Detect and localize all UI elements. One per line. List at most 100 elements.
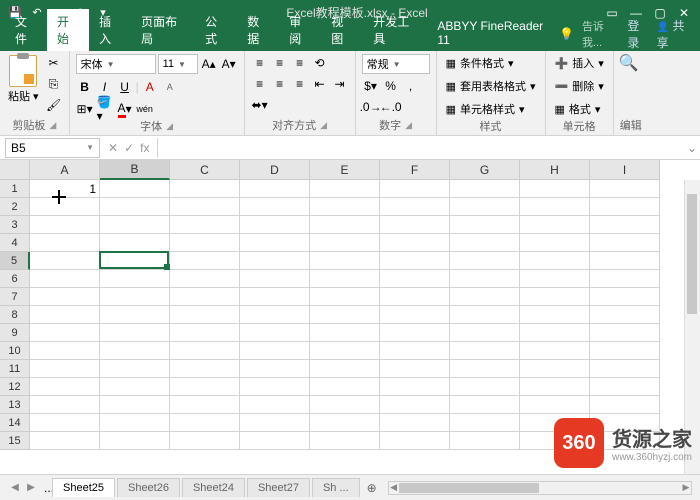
cell[interactable] bbox=[100, 252, 170, 270]
cell[interactable] bbox=[30, 432, 100, 450]
percent-icon[interactable]: % bbox=[382, 77, 400, 95]
cell[interactable] bbox=[520, 270, 590, 288]
cell[interactable] bbox=[450, 360, 520, 378]
cell[interactable] bbox=[520, 234, 590, 252]
row-header[interactable]: 12 bbox=[0, 378, 30, 396]
align-left-icon[interactable]: ≡ bbox=[251, 75, 269, 93]
cell[interactable] bbox=[310, 288, 380, 306]
cell[interactable] bbox=[310, 216, 380, 234]
row-header[interactable]: 5 bbox=[0, 252, 30, 270]
col-header[interactable]: H bbox=[520, 160, 590, 180]
cell[interactable] bbox=[450, 306, 520, 324]
cell[interactable] bbox=[240, 198, 310, 216]
cell[interactable] bbox=[450, 432, 520, 450]
cell[interactable] bbox=[310, 396, 380, 414]
sheet-tab[interactable]: Sheet24 bbox=[182, 478, 245, 497]
cell-styles-button[interactable]: ▦单元格样式 ▾ bbox=[443, 100, 539, 118]
cell[interactable] bbox=[450, 414, 520, 432]
expand-formula-bar-icon[interactable]: ⌄ bbox=[684, 141, 700, 155]
row-header[interactable]: 3 bbox=[0, 216, 30, 234]
cell[interactable] bbox=[520, 252, 590, 270]
decrease-decimal-icon[interactable]: ←.0 bbox=[382, 98, 400, 116]
italic-button[interactable]: I bbox=[96, 78, 114, 96]
col-header[interactable]: C bbox=[170, 160, 240, 180]
bold-button[interactable]: B bbox=[76, 78, 94, 96]
row-header[interactable]: 14 bbox=[0, 414, 30, 432]
share-button[interactable]: 👤 共享 bbox=[657, 17, 692, 51]
cell[interactable] bbox=[240, 180, 310, 198]
fx-icon[interactable]: fx bbox=[140, 141, 149, 155]
col-header[interactable]: F bbox=[380, 160, 450, 180]
cell[interactable] bbox=[590, 342, 660, 360]
fill-color-icon[interactable]: 🪣▾ bbox=[96, 100, 114, 118]
cell[interactable] bbox=[590, 360, 660, 378]
cell[interactable] bbox=[170, 378, 240, 396]
tab-home[interactable]: 开始 bbox=[47, 9, 89, 51]
indent-decrease-icon[interactable]: ⇤ bbox=[311, 75, 329, 93]
cell[interactable] bbox=[30, 396, 100, 414]
select-all-button[interactable] bbox=[0, 160, 30, 180]
cell[interactable] bbox=[520, 180, 590, 198]
row-header[interactable]: 15 bbox=[0, 432, 30, 450]
cancel-formula-icon[interactable]: ✕ bbox=[108, 141, 118, 155]
cell[interactable] bbox=[240, 414, 310, 432]
cell[interactable] bbox=[30, 288, 100, 306]
row-header[interactable]: 9 bbox=[0, 324, 30, 342]
cell[interactable] bbox=[380, 180, 450, 198]
cell[interactable] bbox=[450, 288, 520, 306]
tab-review[interactable]: 审阅 bbox=[279, 9, 321, 51]
tab-abbyy[interactable]: ABBYY FineReader 11 bbox=[427, 15, 559, 51]
cell[interactable] bbox=[240, 432, 310, 450]
cell[interactable] bbox=[590, 198, 660, 216]
cell[interactable] bbox=[450, 342, 520, 360]
cell[interactable] bbox=[380, 396, 450, 414]
row-header[interactable]: 6 bbox=[0, 270, 30, 288]
cell[interactable] bbox=[590, 252, 660, 270]
align-bottom-icon[interactable]: ≡ bbox=[291, 54, 309, 72]
tab-page-layout[interactable]: 页面布局 bbox=[131, 9, 195, 51]
phonetic-icon[interactable]: wén bbox=[136, 100, 154, 118]
comma-icon[interactable]: , bbox=[402, 77, 420, 95]
cell[interactable] bbox=[450, 234, 520, 252]
tab-formulas[interactable]: 公式 bbox=[195, 9, 237, 51]
font-name-combo[interactable]: 宋体▼ bbox=[76, 54, 156, 74]
cell[interactable] bbox=[100, 306, 170, 324]
horizontal-scrollbar[interactable]: ◀ ▶ bbox=[388, 481, 692, 495]
cell[interactable] bbox=[170, 360, 240, 378]
font-size-combo[interactable]: 11▼ bbox=[158, 54, 198, 74]
cell[interactable] bbox=[240, 270, 310, 288]
cell[interactable] bbox=[520, 324, 590, 342]
cell[interactable]: 1 bbox=[30, 180, 100, 198]
tell-me-input[interactable]: 告诉我... bbox=[582, 18, 619, 50]
cell[interactable] bbox=[310, 252, 380, 270]
cell[interactable] bbox=[100, 342, 170, 360]
cell[interactable] bbox=[170, 288, 240, 306]
cell[interactable] bbox=[310, 180, 380, 198]
row-header[interactable]: 7 bbox=[0, 288, 30, 306]
cell[interactable] bbox=[30, 378, 100, 396]
cell[interactable] bbox=[100, 234, 170, 252]
cell[interactable] bbox=[30, 360, 100, 378]
border-icon[interactable]: ⊞▾ bbox=[76, 100, 94, 118]
cell[interactable] bbox=[450, 378, 520, 396]
col-header[interactable]: A bbox=[30, 160, 100, 180]
cell[interactable] bbox=[170, 198, 240, 216]
cell[interactable] bbox=[100, 414, 170, 432]
cell[interactable] bbox=[30, 342, 100, 360]
cell[interactable] bbox=[170, 342, 240, 360]
cell[interactable] bbox=[30, 306, 100, 324]
enter-formula-icon[interactable]: ✓ bbox=[124, 141, 134, 155]
cell[interactable] bbox=[590, 216, 660, 234]
col-header[interactable]: E bbox=[310, 160, 380, 180]
cell[interactable] bbox=[100, 216, 170, 234]
cell[interactable] bbox=[590, 378, 660, 396]
cell[interactable] bbox=[240, 378, 310, 396]
dialog-launcher-icon[interactable]: ◢ bbox=[166, 121, 173, 132]
cell[interactable] bbox=[310, 360, 380, 378]
cell[interactable] bbox=[170, 324, 240, 342]
align-middle-icon[interactable]: ≡ bbox=[271, 54, 289, 72]
cell[interactable] bbox=[520, 378, 590, 396]
cell[interactable] bbox=[310, 198, 380, 216]
cell[interactable] bbox=[520, 360, 590, 378]
cell[interactable] bbox=[170, 432, 240, 450]
